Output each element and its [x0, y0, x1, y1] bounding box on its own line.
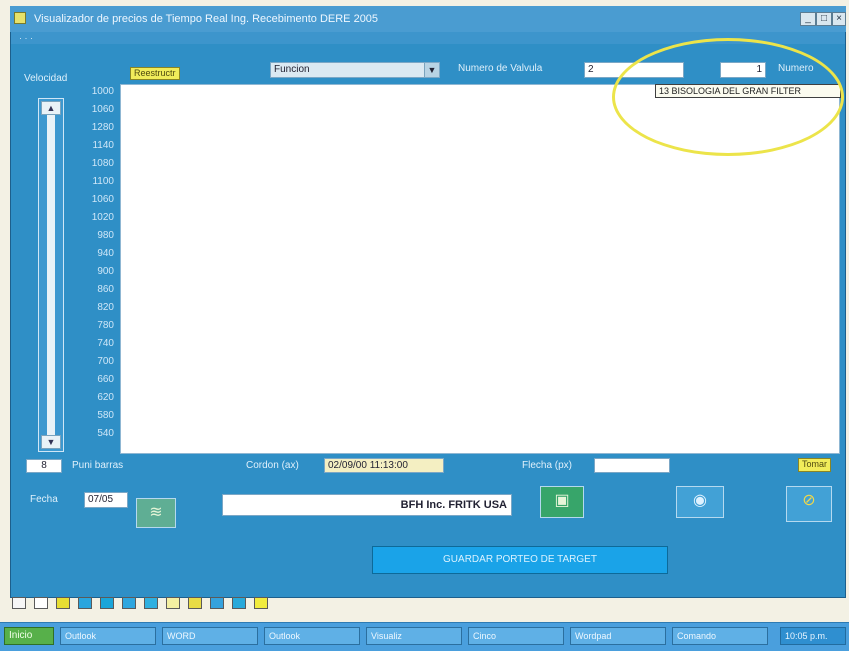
chart-icon[interactable]: ≋ — [136, 498, 176, 528]
y-tick-label: 1080 — [91, 158, 114, 169]
scroll-track[interactable] — [47, 115, 55, 435]
taskbar-item[interactable]: Visualiz — [366, 627, 462, 645]
fecha-label: Fecha — [30, 494, 58, 505]
y-tick-label: 1000 — [91, 86, 114, 97]
color-swatch[interactable] — [78, 597, 92, 609]
y-tick-label: 740 — [97, 338, 114, 349]
color-swatch[interactable] — [34, 597, 48, 609]
y-tick-label: 1060 — [91, 104, 114, 115]
taskbar-item[interactable]: Outlook — [264, 627, 360, 645]
taskbar-item[interactable]: Comando — [672, 627, 768, 645]
y-tick-label: 820 — [97, 302, 114, 313]
y-tick-label: 940 — [97, 248, 114, 259]
taskbar-item[interactable]: Wordpad — [570, 627, 666, 645]
vertical-scrollbar[interactable]: ▲ ▼ — [38, 98, 64, 452]
color-swatch[interactable] — [12, 597, 26, 609]
y-tick-label: 1100 — [92, 176, 114, 187]
menu-strip[interactable]: · · · — [19, 33, 33, 43]
save-target-button[interactable]: GUARDAR PORTEO DE TARGET — [372, 546, 668, 574]
fecha-input[interactable]: 07/05 — [84, 492, 128, 508]
close-icon[interactable]: × — [832, 12, 846, 26]
y-tick-label: 660 — [97, 374, 114, 385]
numero-label: Numero de Valvula — [458, 63, 543, 74]
cancel-icon[interactable]: ⊘ — [786, 486, 832, 522]
color-swatch[interactable] — [210, 597, 224, 609]
color-swatch[interactable] — [56, 597, 70, 609]
tomar-button[interactable]: Tomar — [798, 458, 832, 472]
refresh-icon[interactable]: ◉ — [676, 486, 724, 518]
y-tick-label: 580 — [97, 410, 114, 421]
window-title: Visualizador de precios de Tiempo Real I… — [10, 6, 846, 32]
system-tray: 10:05 p.m. — [780, 627, 846, 645]
chevron-down-icon[interactable]: ▼ — [424, 63, 439, 77]
scroll-up-icon[interactable]: ▲ — [41, 101, 61, 115]
y-tick-label: 1280 — [91, 122, 114, 133]
color-swatch[interactable] — [144, 597, 158, 609]
taskbar-item[interactable]: Outlook — [60, 627, 156, 645]
taskbar-item[interactable]: WORD — [162, 627, 258, 645]
scroll-down-icon[interactable]: ▼ — [41, 435, 61, 449]
y-tick-label: 980 — [97, 230, 114, 241]
color-swatch[interactable] — [166, 597, 180, 609]
color-swatch[interactable] — [100, 597, 114, 609]
color-swatch[interactable] — [254, 597, 268, 609]
start-button[interactable]: Inicio — [4, 627, 54, 645]
export-icon[interactable]: ▣ — [540, 486, 584, 518]
y-tick-label: 1140 — [92, 140, 114, 151]
refresh-button[interactable]: Reestructr — [130, 67, 180, 80]
y-tick-label: 700 — [97, 356, 114, 367]
y-axis-label: Velocidad — [24, 73, 68, 84]
y-tick-label: 1020 — [91, 212, 114, 223]
taskbar-item[interactable]: Cinco — [468, 627, 564, 645]
app-icon — [14, 12, 26, 24]
cordon-label: Cordon (ax) — [246, 460, 299, 471]
color-swatch[interactable] — [122, 597, 136, 609]
count-input[interactable]: 8 — [26, 459, 62, 473]
y-tick-label: 1060 — [91, 194, 114, 205]
flecha-label: Flecha (px) — [522, 460, 573, 471]
funcion-select[interactable]: Funcion ▼ — [270, 62, 440, 78]
y-tick-label: 620 — [97, 392, 114, 403]
y-tick-label: 540 — [97, 428, 114, 439]
y-tick-label: 860 — [97, 284, 114, 295]
company-field: BFH Inc. FRITK USA — [222, 494, 512, 516]
minimize-icon[interactable]: _ — [800, 12, 816, 26]
funcion-select-value: Funcion — [274, 64, 310, 75]
y-tick-label: 780 — [97, 320, 114, 331]
count-label: Puni barras — [72, 460, 124, 471]
color-swatch[interactable] — [188, 597, 202, 609]
maximize-icon[interactable]: □ — [816, 12, 832, 26]
color-swatch[interactable] — [232, 597, 246, 609]
highlight-circle — [612, 38, 844, 156]
cordon-field: 02/09/00 11:13:00 — [324, 458, 444, 473]
y-tick-label: 900 — [97, 266, 114, 277]
flecha-input[interactable] — [594, 458, 670, 473]
